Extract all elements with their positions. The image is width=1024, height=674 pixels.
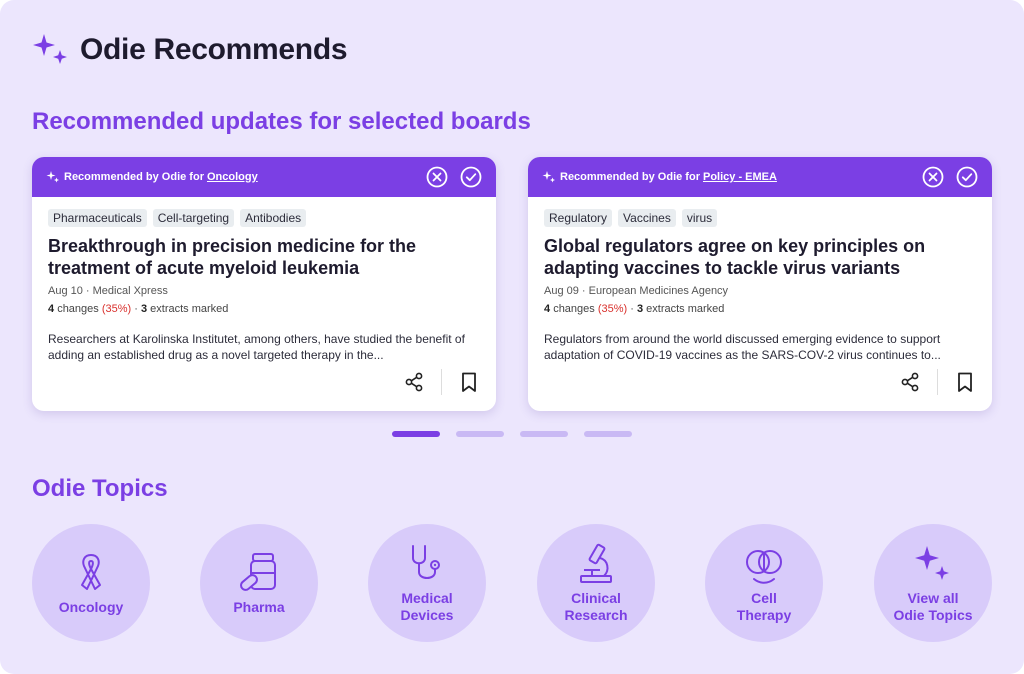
sparkle-icon (915, 546, 949, 580)
accept-icon[interactable] (956, 166, 978, 188)
stethoscope-icon (412, 545, 440, 579)
header: Odie Recommends (32, 30, 348, 70)
change-percent: (35%) (101, 303, 132, 315)
topic-cell-therapy[interactable]: Cell Therapy (705, 524, 823, 642)
topic-label: Pharma (233, 598, 285, 615)
share-icon[interactable] (899, 371, 921, 393)
pill-bottle-icon (240, 552, 276, 591)
share-icon[interactable] (403, 371, 425, 393)
change-percent: (35%) (597, 303, 628, 315)
microscope-icon (580, 543, 612, 583)
bookmark-icon[interactable] (954, 371, 976, 393)
recommendations-panel: Odie Recommends Recommended updates for … (0, 0, 1024, 674)
recommendation-card[interactable]: Recommended by Odie for Policy - EMEA Re… (528, 157, 992, 411)
recommendation-card[interactable]: Recommended by Odie for Oncology Pharmac… (32, 157, 496, 411)
sparkle-icon (542, 171, 555, 183)
tag[interactable]: Vaccines (618, 209, 676, 227)
bookmark-icon[interactable] (458, 371, 480, 393)
tag[interactable]: Antibodies (240, 209, 307, 227)
cells-icon (746, 550, 782, 584)
topic-label: Cell Therapy (736, 590, 792, 623)
recommended-section-title: Recommended updates for selected boards (32, 108, 531, 135)
board-link[interactable]: Policy - EMEA (703, 171, 777, 183)
article-stats: 4 changes (35%) · 3 extracts marked (544, 303, 725, 315)
card-header: Recommended by Odie for Policy - EMEA (528, 157, 992, 197)
dismiss-icon[interactable] (922, 166, 944, 188)
topic-clinical-research[interactable]: Clinical Research (537, 524, 655, 642)
topic-label: Medical Devices (400, 590, 454, 623)
pagination-dot[interactable] (520, 431, 568, 437)
tag-list: Regulatory Vaccines virus (544, 209, 976, 227)
tag[interactable]: Regulatory (544, 209, 613, 227)
dismiss-icon[interactable] (426, 166, 448, 188)
pagination-dot[interactable] (456, 431, 504, 437)
date-source: Aug 10 · Medical Xpress (48, 285, 168, 297)
tag[interactable]: virus (681, 209, 718, 227)
topic-pharma[interactable]: Pharma (200, 524, 318, 642)
accept-icon[interactable] (460, 166, 482, 188)
article-title[interactable]: Global regulators agree on key principle… (544, 235, 976, 279)
topic-medical-devices[interactable]: Medical Devices (368, 524, 486, 642)
board-link[interactable]: Oncology (207, 171, 258, 183)
pagination-dot[interactable] (584, 431, 632, 437)
tag[interactable]: Cell-targeting (152, 209, 235, 227)
page-title: Odie Recommends (80, 33, 348, 66)
date-source: Aug 09 · European Medicines Agency (544, 285, 729, 297)
card-header: Recommended by Odie for Oncology (32, 157, 496, 197)
view-all-topics-button[interactable]: View all Odie Topics (874, 524, 992, 642)
topic-label: View all Odie Topics (893, 590, 973, 623)
article-excerpt: Regulators from around the world discuss… (544, 332, 941, 362)
topics-section-title: Odie Topics (32, 475, 168, 502)
sparkle-icon (46, 171, 59, 183)
card-header-prefix: Recommended by Odie for (64, 171, 204, 183)
topic-label: Oncology (58, 598, 124, 615)
topic-label: Clinical Research (564, 590, 628, 623)
article-stats: 4 changes (35%) · 3 extracts marked (48, 303, 229, 315)
tag[interactable]: Pharmaceuticals (48, 209, 147, 227)
topic-oncology[interactable]: Oncology (32, 524, 150, 642)
article-title[interactable]: Breakthrough in precision medicine for t… (48, 235, 480, 279)
tag-list: Pharmaceuticals Cell-targeting Antibodie… (48, 209, 480, 227)
sparkle-icon (33, 34, 67, 64)
pagination-dot-active[interactable] (392, 431, 440, 437)
carousel-pagination (392, 431, 632, 437)
card-header-prefix: Recommended by Odie for (560, 171, 700, 183)
article-excerpt: Researchers at Karolinska Institutet, am… (48, 332, 465, 362)
ribbon-icon (81, 553, 101, 590)
